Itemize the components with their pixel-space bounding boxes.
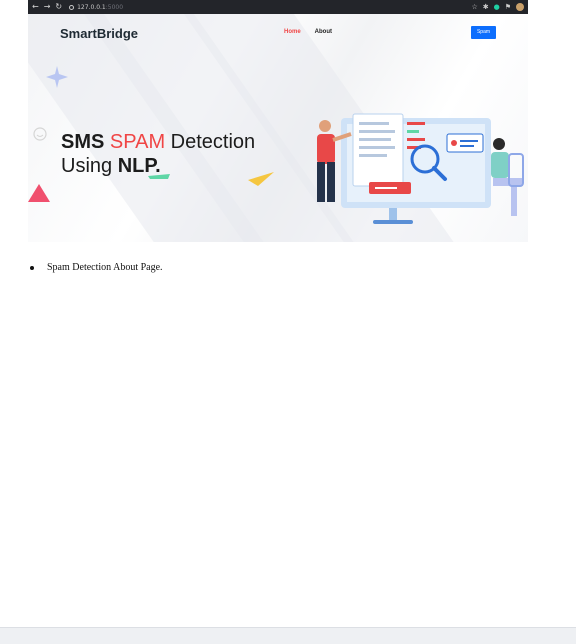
- about-text: Spam Detection About Page.: [47, 262, 163, 273]
- headline-line-2: Using NLP.: [61, 154, 255, 178]
- profile-avatar[interactable]: [516, 3, 524, 11]
- headline-word-nlp: NLP.: [117, 155, 161, 177]
- main-nav: Home About: [284, 29, 332, 35]
- extension-icon[interactable]: ✱: [483, 0, 489, 14]
- url-host: 127.0.0.1: [77, 3, 106, 11]
- smile-circle-decoration: [33, 127, 47, 141]
- hero-section: SmartBridge Home About Spam SMS SPAM Det…: [28, 14, 528, 242]
- back-arrow-icon[interactable]: ←: [32, 0, 39, 14]
- hero-headline: SMS SPAM Detection Using NLP.: [61, 130, 255, 178]
- site-info-icon[interactable]: [69, 4, 75, 10]
- bullet-icon: [30, 265, 34, 270]
- nav-link-home[interactable]: Home: [284, 29, 301, 35]
- bookmark-star-icon[interactable]: ☆: [471, 0, 477, 14]
- puzzle-icon[interactable]: ⚑: [505, 0, 511, 14]
- address-bar[interactable]: 127.0.0.1:5000: [69, 4, 123, 11]
- spam-button[interactable]: Spam: [471, 26, 496, 39]
- brand-logo[interactable]: SmartBridge: [60, 26, 138, 41]
- bottom-bar: [0, 627, 576, 644]
- headline-word-sms: SMS: [61, 131, 105, 153]
- reload-icon[interactable]: ↻: [55, 0, 62, 14]
- nav-link-about[interactable]: About: [315, 29, 332, 35]
- extensions-area: ☆ ✱ ● ⚑: [471, 0, 524, 14]
- url-port: :5000: [105, 3, 124, 11]
- spam-detection-illustration: [317, 113, 524, 224]
- headline-word-detection: Detection: [170, 131, 256, 153]
- forward-arrow-icon[interactable]: →: [44, 0, 51, 14]
- headline-line-1: SMS SPAM Detection: [61, 130, 255, 154]
- headline-word-spam: SPAM: [109, 131, 166, 153]
- star-burst-decoration: [46, 66, 68, 88]
- browser-toolbar: ← → ↻ 127.0.0.1:5000 ☆ ✱ ● ⚑: [28, 0, 528, 14]
- triangle-decoration: [28, 184, 50, 202]
- extension-green-icon[interactable]: ●: [494, 0, 500, 14]
- headline-word-using: Using: [61, 155, 113, 177]
- list-item: Spam Detection About Page.: [30, 262, 163, 273]
